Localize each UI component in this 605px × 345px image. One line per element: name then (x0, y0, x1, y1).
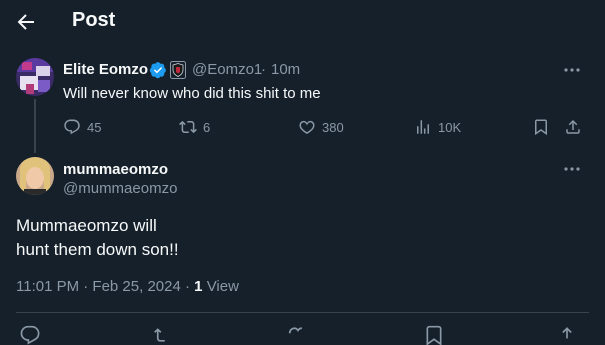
reply-action-bar (0, 322, 605, 345)
reply-more-button[interactable] (562, 159, 582, 179)
share-icon[interactable] (557, 325, 577, 345)
reply-avatar[interactable] (16, 157, 54, 195)
more-button[interactable] (562, 60, 582, 80)
reply-views-label: View (206, 278, 239, 295)
avatar-image (16, 58, 54, 96)
heart-icon[interactable] (288, 325, 308, 345)
post-text: Will never know who did this shit to me (63, 85, 321, 102)
more-horizontal-icon (564, 167, 580, 171)
reply-author-handle[interactable]: @mummaeomzo (63, 180, 177, 197)
bookmark-icon (535, 119, 547, 136)
views-button[interactable]: 10K (414, 117, 461, 137)
more-horizontal-icon (564, 68, 580, 72)
author-name[interactable]: Elite Eomzo (63, 61, 148, 78)
verified-badge-icon (149, 62, 166, 79)
reply-meta: 11:01 PM · Feb 25, 2024 · 1 View (16, 278, 239, 295)
page-header: Post (0, 0, 605, 44)
reply-text-line: hunt them down son!! (16, 240, 179, 259)
reply-views-count: 1 (194, 278, 203, 295)
share-icon (566, 119, 580, 134)
divider (16, 312, 589, 313)
repost-count: 6 (203, 119, 211, 135)
arrow-left-icon (17, 14, 34, 30)
reply-button[interactable]: 45 (63, 117, 101, 137)
reply-count: 45 (87, 119, 102, 135)
views-count: 10K (438, 119, 462, 135)
back-button[interactable] (14, 10, 38, 34)
share-button[interactable] (564, 117, 582, 137)
reply-author-name[interactable]: mummaeomzo (63, 161, 168, 178)
reply-timestamp[interactable]: 11:01 PM · Feb 25, 2024 · (16, 278, 190, 295)
reply-text: Mummaeomzo will hunt them down son!! (16, 214, 179, 262)
reply-text-line: Mummaeomzo will (16, 216, 157, 235)
reply-icon (64, 119, 80, 135)
repost-icon (179, 120, 197, 134)
heart-icon (299, 120, 315, 134)
affiliate-badge-icon[interactable] (170, 61, 186, 79)
reply-icon[interactable] (20, 325, 40, 345)
page-title: Post (72, 9, 116, 31)
bookmark-button[interactable] (532, 117, 550, 137)
bookmark-icon[interactable] (424, 325, 444, 345)
thread-line (34, 99, 36, 153)
like-button[interactable]: 380 (298, 117, 344, 137)
like-count: 380 (322, 119, 344, 135)
analytics-icon (417, 120, 429, 134)
author-handle[interactable]: @Eomzo1 (192, 61, 262, 78)
repost-button[interactable]: 6 (179, 117, 210, 137)
post-time[interactable]: 10m (271, 61, 300, 78)
separator-dot: · (261, 61, 266, 78)
repost-icon[interactable] (154, 325, 174, 345)
avatar-image (16, 157, 54, 195)
avatar[interactable] (16, 58, 54, 96)
